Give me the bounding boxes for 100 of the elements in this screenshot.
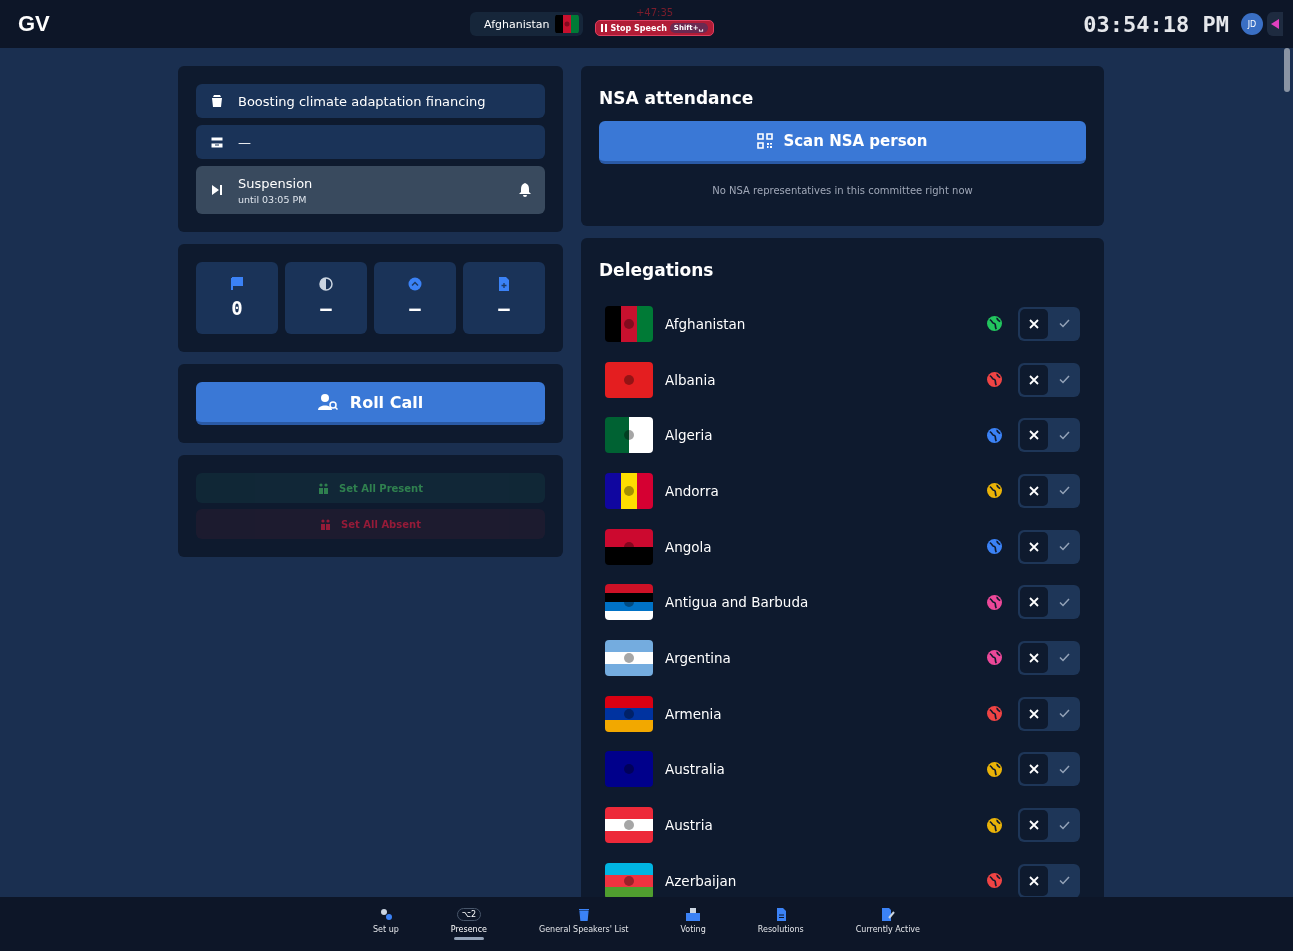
delegations-title: Delegations [599,260,715,280]
pause-icon [601,24,608,32]
country-name: Argentina [665,649,732,666]
attendance-toggle[interactable] [1018,863,1080,897]
close-icon [1029,597,1039,608]
country-name: Albania [665,371,717,388]
close-icon [1029,708,1039,719]
agenda-text: Suspension [238,175,314,191]
check-icon [1058,542,1070,552]
country-name: Angola [665,538,713,555]
close-icon [1029,430,1039,441]
attendance-toggle[interactable] [1018,418,1080,453]
bell-icon[interactable] [519,183,531,197]
settings-icon [378,908,393,921]
flag-icon [605,305,653,342]
flag-icon [605,472,653,509]
nav-tab[interactable]: Set up [346,908,425,940]
nav-tab[interactable]: General Speakers' List [513,908,655,940]
close-icon [1029,764,1039,775]
skip-icon [210,183,224,197]
flag-icon [230,277,244,291]
app-logo: GV [18,11,50,37]
attendance-toggle[interactable] [1018,808,1080,843]
user-avatar[interactable]: JD [1241,13,1263,35]
absent-button[interactable] [1020,587,1048,618]
absent-button[interactable] [1020,308,1048,339]
absent-button[interactable] [1020,642,1048,673]
agenda-item[interactable]: — [196,125,545,159]
attendance-toggle[interactable] [1018,529,1080,564]
attendance-toggle[interactable] [1018,362,1080,397]
roll-call-button[interactable]: Roll Call [196,382,545,425]
stat-value: — [498,297,510,319]
agenda-text: Boosting climate adaptation financing [238,93,487,109]
check-icon [1058,486,1070,496]
check-icon [1058,597,1070,607]
country-name: Antigua and Barbuda [665,594,810,611]
check-icon [1058,375,1070,385]
flag-icon [605,528,653,565]
people-icon [318,482,329,494]
agenda-item[interactable]: Boosting climate adaptation financing [196,84,545,118]
absent-button[interactable] [1020,364,1048,395]
close-icon [1029,485,1039,496]
agenda-item[interactable]: Suspension until 03:05 PM [196,166,545,214]
user-search-icon [317,393,338,411]
absent-button[interactable] [1020,865,1048,896]
qr-code-icon [757,133,774,149]
absent-button[interactable] [1020,754,1048,785]
check-icon [1058,319,1070,329]
clock: 03:54:18 PM [1083,11,1229,37]
half-circle-icon [319,277,333,291]
bin-icon [576,908,591,921]
flag-icon [605,361,653,398]
country-name: Austria [665,817,714,834]
flag-icon [605,639,653,676]
nav-tab[interactable]: ⌥2 Presence [424,908,513,940]
check-icon [1058,430,1070,440]
caret-icon [1271,19,1279,29]
nav-tab[interactable]: Voting [654,908,732,940]
flag-icon [605,807,653,844]
country-name: Australia [665,761,726,778]
attendance-toggle[interactable] [1018,585,1080,620]
stat-value: 0 [231,297,243,319]
close-icon [1029,652,1039,663]
check-icon [1058,876,1070,886]
ballot-box-icon [686,908,701,921]
people-icon [320,518,332,530]
nsa-title: NSA attendance [599,88,755,108]
cup-icon [210,94,224,108]
attendance-toggle[interactable] [1018,306,1080,341]
close-icon [1029,374,1039,385]
empty-message: No NSA representatives in this committee right now [711,185,974,196]
close-icon [1029,318,1039,329]
agenda-text: — [238,134,252,150]
speech-timer: +47:35 [635,6,674,20]
absent-button[interactable] [1020,531,1048,562]
country-name: Armenia [665,705,723,722]
scan-nsa-button[interactable]: Scan NSA person [599,121,1086,164]
chevron-circle-icon [408,277,422,291]
absent-button[interactable] [1020,420,1048,451]
absent-button[interactable] [1020,475,1048,506]
country-name: Azerbaijan [665,872,738,889]
nav-tab[interactable]: Resolutions [731,908,830,940]
stat-value: — [409,297,421,319]
attendance-toggle[interactable] [1018,696,1080,731]
drawer-toggle[interactable] [1267,12,1283,36]
flag-icon [605,695,653,732]
absent-button[interactable] [1020,810,1048,841]
absent-button[interactable] [1020,698,1048,729]
stat-value: — [320,297,332,319]
attendance-toggle[interactable] [1018,640,1080,675]
close-icon [1029,875,1039,886]
check-icon [1058,820,1070,830]
attendance-toggle[interactable] [1018,473,1080,508]
edit-icon [880,908,895,921]
nav-tab[interactable]: Currently Active [829,908,947,940]
attendance-toggle[interactable] [1018,752,1080,787]
flag-icon [605,417,653,454]
country-name: Andorra [665,482,720,499]
document-icon [497,277,511,291]
speaker-name: Afghanistan [484,17,550,31]
